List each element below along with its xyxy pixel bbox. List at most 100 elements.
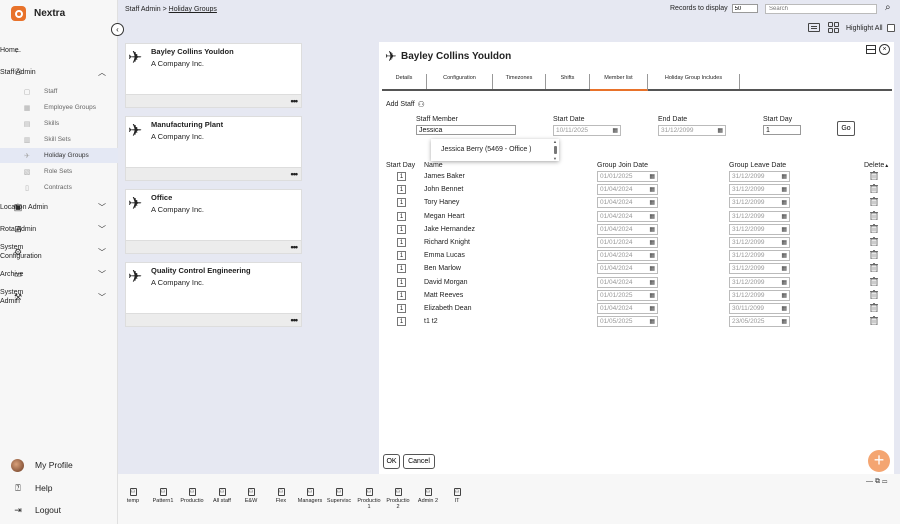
calendar-icon[interactable]: ▦ (649, 199, 655, 206)
sidebar-subitem-skills[interactable]: ▤ Skills (0, 116, 118, 131)
start-day-value[interactable]: 1 (397, 251, 406, 261)
group-shortcut[interactable]: ⚇ Admin 2 (413, 488, 443, 504)
group-shortcut[interactable]: ⚇ Managers (295, 488, 325, 504)
calendar-icon[interactable]: ▦ (781, 305, 787, 312)
group-shortcut[interactable]: ⚇ Supervisc (324, 488, 354, 504)
leave-date-input[interactable]: 31/12/2099 ▦ (729, 184, 790, 196)
scroll-thumb[interactable] (554, 146, 557, 154)
cancel-button[interactable]: Cancel (403, 454, 435, 469)
start-day-value[interactable]: 1 (397, 198, 406, 208)
more-options-icon[interactable]: ••• (291, 169, 299, 179)
grid-view-icon[interactable] (828, 22, 839, 33)
trash-icon[interactable] (870, 184, 878, 194)
calendar-icon[interactable]: ▦ (781, 213, 787, 220)
sidebar-subitem-skill-sets[interactable]: ▥ Skill Sets (0, 132, 118, 147)
sidebar-subitem-employee-groups[interactable]: ▦ Employee Groups (0, 100, 118, 115)
join-date-input[interactable]: 01/01/2025 ▦ (597, 289, 658, 301)
sidebar-subitem-contracts[interactable]: ▯ Contracts (0, 180, 118, 195)
calendar-icon[interactable]: ▦ (781, 318, 787, 325)
group-card[interactable]: ✈ Office A Company Inc. ••• (125, 189, 302, 254)
start-day-value[interactable]: 1 (397, 172, 406, 181)
records-input[interactable] (731, 4, 758, 13)
group-shortcut[interactable]: ⚇ Productio 2 (383, 488, 413, 510)
close-icon[interactable]: × (879, 44, 890, 55)
group-card[interactable]: ✈ Bayley Collins Youldon A Company Inc. … (125, 43, 302, 108)
group-shortcut[interactable]: ⚇ E&W (236, 488, 266, 504)
group-shortcut[interactable]: ⚇ Productio (177, 488, 207, 504)
join-date-input[interactable]: 01/04/2024 ▦ (597, 223, 658, 235)
trash-icon[interactable] (870, 250, 878, 260)
scroll-up-icon[interactable]: ▲ (553, 139, 557, 144)
sidebar-item-home[interactable]: ← Home (0, 43, 118, 57)
dropdown-scrollbar[interactable]: ▲ ▼ (553, 139, 558, 161)
more-options-icon[interactable]: ••• (291, 315, 299, 325)
add-button[interactable]: + (868, 450, 890, 472)
tab-member-list[interactable]: Member list (590, 74, 648, 91)
leave-date-input[interactable]: 31/12/2099 ▦ (729, 223, 790, 235)
add-staff[interactable]: Add Staff ⚇ (386, 100, 425, 109)
sort-icon[interactable]: ▲ (884, 163, 889, 169)
group-card[interactable]: ✈ Quality Control Engineering A Company … (125, 262, 302, 327)
start-day-value[interactable]: 1 (397, 317, 406, 327)
highlight-all[interactable]: Highlight All (846, 24, 895, 32)
trash-icon[interactable] (870, 303, 878, 312)
calendar-icon[interactable]: ▦ (649, 318, 655, 325)
breadcrumb-root[interactable]: Staff Admin (125, 6, 161, 13)
group-shortcut[interactable]: ⚇ Productio 1 (354, 488, 384, 510)
go-button[interactable]: Go (837, 121, 855, 136)
start-day-value[interactable]: 1 (397, 238, 406, 247)
group-card[interactable]: ✈ Manufacturing Plant A Company Inc. ••• (125, 116, 302, 181)
brand[interactable]: Nextra (11, 6, 65, 21)
tab-timezones[interactable]: Timezones (493, 74, 546, 89)
trash-icon[interactable] (870, 210, 878, 220)
trash-icon[interactable] (870, 263, 878, 273)
calendar-icon[interactable]: ▦ (781, 292, 787, 299)
sidebar-logout[interactable]: ⇥ Logout (0, 503, 118, 517)
calendar-icon[interactable]: ▦ (781, 226, 787, 233)
calendar-icon[interactable]: ▦ (612, 127, 618, 134)
staff-suggestion-option[interactable]: Jessica Berry (5469 - Office ) (441, 146, 532, 153)
calendar-icon[interactable]: ▦ (781, 252, 787, 259)
calendar-icon[interactable]: ▦ (649, 239, 655, 246)
calendar-icon[interactable]: ▦ (717, 127, 723, 134)
join-date-input[interactable]: 01/04/2024 ▦ (597, 263, 658, 275)
join-date-input[interactable]: 01/01/2025 ▦ (597, 171, 658, 182)
tab-holiday-group-includes[interactable]: Holiday Group Includes (648, 74, 740, 89)
tab-shifts[interactable]: Shifts (546, 74, 590, 89)
group-shortcut[interactable]: ⚇ Flex (266, 488, 296, 504)
tab-configuration[interactable]: Configuration (427, 74, 493, 89)
collapse-sidebar-button[interactable]: ‹ (111, 23, 124, 36)
sidebar-item-archive[interactable]: ▭ Archive ﹀ (0, 267, 118, 282)
more-options-icon[interactable]: ••• (291, 242, 299, 252)
tab-details[interactable]: Details (382, 74, 427, 89)
leave-date-input[interactable]: 30/11/2099 ▦ (729, 303, 790, 314)
leave-date-input[interactable]: 23/05/2025 ▦ (729, 316, 790, 328)
sidebar-item-system-admin[interactable]: ⚒ System Admin ﹀ (0, 287, 118, 307)
maximize-icon[interactable]: ▭ (882, 478, 889, 485)
leave-date-input[interactable]: 31/12/2099 ▦ (729, 237, 790, 248)
start-day-value[interactable]: 1 (397, 264, 406, 274)
start-day-value[interactable]: 1 (397, 304, 406, 313)
trash-icon[interactable] (870, 237, 878, 246)
calendar-icon[interactable]: ▦ (649, 173, 655, 180)
trash-icon[interactable] (870, 197, 878, 207)
sidebar-subitem-role-sets[interactable]: ▧ Role Sets (0, 164, 118, 179)
sidebar-subitem-staff[interactable]: ▢ Staff (0, 84, 118, 99)
start-day-value[interactable]: 1 (397, 224, 406, 234)
calendar-icon[interactable]: ▦ (781, 173, 787, 180)
join-date-input[interactable]: 01/04/2024 ▦ (597, 303, 658, 314)
join-date-input[interactable]: 01/04/2024 ▦ (597, 184, 658, 196)
scroll-down-icon[interactable]: ▼ (553, 156, 557, 161)
start-day-value[interactable]: 1 (397, 290, 406, 300)
leave-date-input[interactable]: 31/12/2099 ▦ (729, 197, 790, 209)
staff-member-input[interactable] (416, 125, 516, 135)
restore-icon[interactable]: ⧉ (875, 478, 882, 485)
start-date-input[interactable]: 10/11/2025 ▦ (553, 125, 621, 136)
sidebar-item-location-admin[interactable]: ▣ Location Admin ﹀ (0, 197, 118, 217)
calendar-icon[interactable]: ▦ (649, 226, 655, 233)
trash-icon[interactable] (870, 276, 878, 286)
trash-icon[interactable] (870, 223, 878, 233)
group-shortcut[interactable]: ⚇ temp (118, 488, 148, 504)
more-options-icon[interactable]: ••• (291, 96, 299, 106)
calendar-icon[interactable]: ▦ (781, 265, 787, 272)
